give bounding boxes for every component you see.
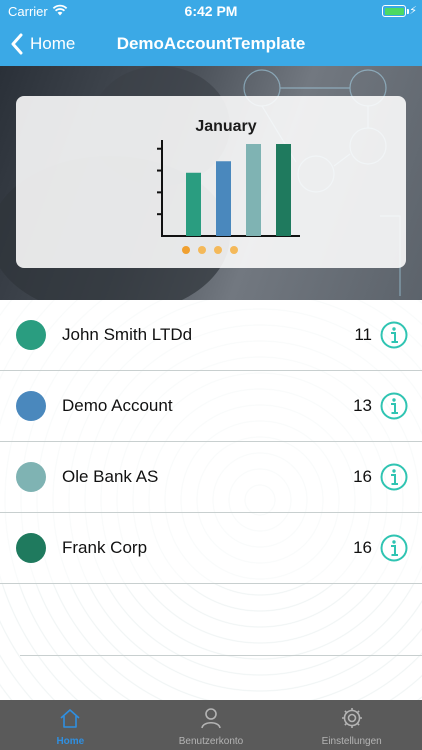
account-name: Frank Corp <box>62 538 148 557</box>
user-icon <box>201 708 221 729</box>
bar-chart <box>157 140 300 237</box>
info-icon[interactable] <box>380 392 408 420</box>
battery-icon <box>382 5 409 17</box>
list-item[interactable]: Demo Account 13 <box>0 371 422 442</box>
page-title: DemoAccountTemplate <box>116 34 306 53</box>
chart-bar <box>216 161 231 236</box>
charging-icon: ⚡ <box>409 5 417 17</box>
list-item[interactable]: Ole Bank AS 16 <box>0 442 422 513</box>
tab-label: Home <box>56 736 85 747</box>
info-icon[interactable] <box>380 534 408 562</box>
navigation-bar: Carrier 6:42 PM ⚡ Home DemoAccountTempla… <box>0 0 422 66</box>
chevron-left-icon <box>11 33 23 55</box>
list-item[interactable]: Frank Corp 16 <box>0 513 422 584</box>
page-dot[interactable] <box>214 246 222 254</box>
account-count: 13 <box>353 396 372 415</box>
status-time: 6:42 PM <box>184 3 238 19</box>
tab-einstellungen[interactable]: Einstellungen <box>281 700 422 750</box>
tab-label: Benutzerkonto <box>178 736 244 747</box>
list-item[interactable]: John Smith LTDd 11 <box>0 300 422 371</box>
page-control[interactable] <box>182 246 238 254</box>
chart-bar <box>276 144 291 236</box>
tab-label: Einstellungen <box>321 736 382 747</box>
color-dot <box>16 462 46 492</box>
color-dot <box>16 533 46 563</box>
account-list: John Smith LTDd 11 Demo Account 13 Ole Bank … <box>0 300 422 700</box>
account-count: 16 <box>353 467 372 486</box>
account-name: Demo Account <box>62 396 173 415</box>
hero-banner: January <box>0 66 422 300</box>
chart-bar <box>246 144 261 236</box>
account-name: John Smith LTDd <box>62 325 193 344</box>
tab-bar: Home Benutzerkonto Einstellungen <box>0 700 422 750</box>
tab-benutzerkonto[interactable]: Benutzerkonto <box>141 700 282 750</box>
account-name: Ole Bank AS <box>62 467 159 486</box>
account-count: 16 <box>353 538 372 557</box>
gear-icon <box>341 708 362 728</box>
info-icon[interactable] <box>380 463 408 491</box>
back-button-label: Home <box>30 34 76 53</box>
info-icon[interactable] <box>380 321 408 349</box>
color-dot <box>16 320 46 350</box>
page-dot[interactable] <box>198 246 206 254</box>
account-count: 11 <box>354 325 372 344</box>
color-dot <box>16 391 46 421</box>
tab-home[interactable]: Home <box>0 700 141 750</box>
status-bar: Carrier 6:42 PM ⚡ <box>0 0 422 22</box>
page-dot[interactable] <box>230 246 238 254</box>
page-dot[interactable] <box>182 246 190 254</box>
chart-bar <box>186 172 201 236</box>
chart-title: January <box>195 118 257 135</box>
back-button[interactable]: Home <box>10 32 75 56</box>
list-divider <box>20 655 422 656</box>
chart-card[interactable]: January <box>16 96 406 268</box>
home-icon <box>60 709 80 728</box>
